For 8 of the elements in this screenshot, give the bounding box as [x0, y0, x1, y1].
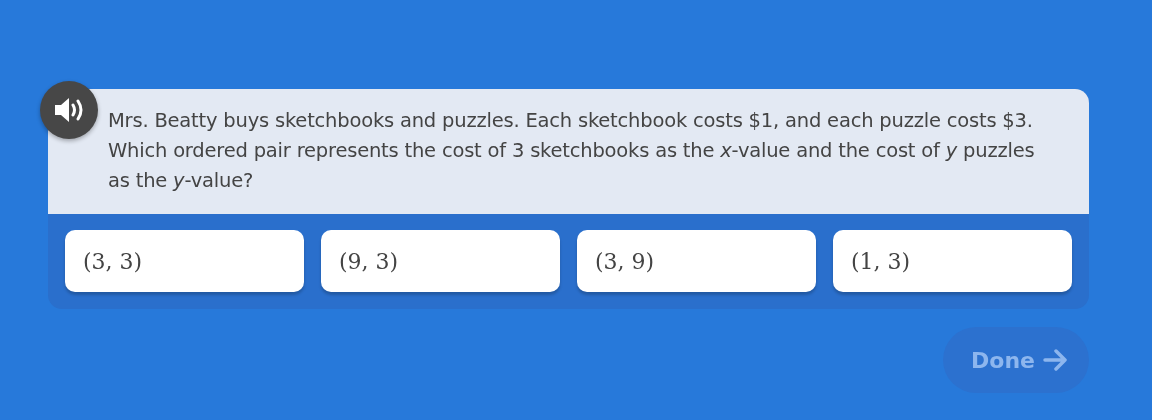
- question-text: Mrs. Beatty buys sketchbooks and puzzles. Each sketchbook costs $1, and each puzzle costs $3. Which ordered pair represents the cost of 3 sketchbooks as the x-value and the cost of y puzzles as the y-value?: [108, 108, 1036, 194]
- answer-option[interactable]: (1, 3): [833, 230, 1072, 292]
- answer-option[interactable]: (9, 3): [321, 230, 560, 292]
- answer-option[interactable]: (3, 9): [577, 230, 816, 292]
- arrow-icon: [1043, 349, 1069, 371]
- speaker-icon: [53, 97, 85, 123]
- speaker-button[interactable]: [40, 81, 98, 139]
- answer-option[interactable]: (3, 3): [65, 230, 304, 292]
